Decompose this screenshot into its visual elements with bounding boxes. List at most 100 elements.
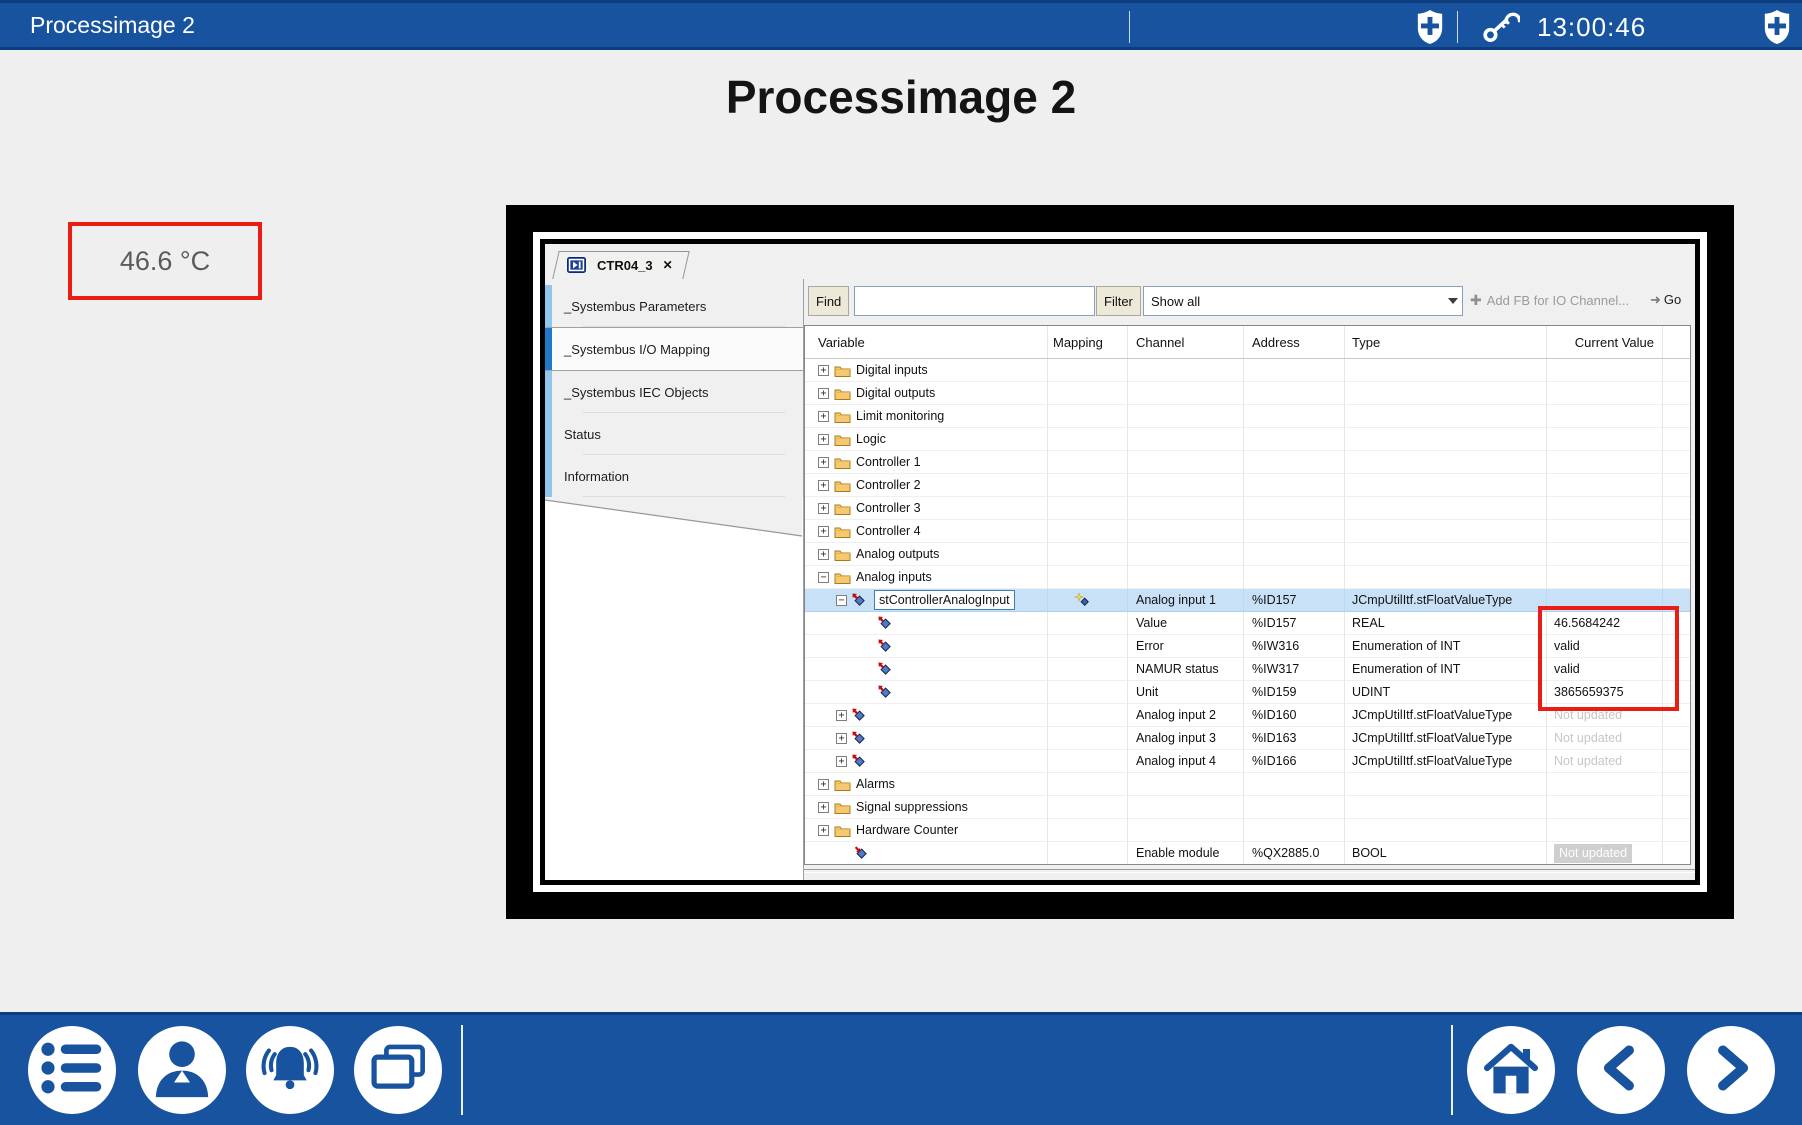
expander-icon[interactable]: + bbox=[818, 825, 829, 836]
go-to-instance-button[interactable]: ➜Go bbox=[1650, 292, 1681, 308]
column-header-mapping[interactable]: Mapping bbox=[1048, 326, 1128, 358]
table-row-analog-input-3[interactable]: + Analog input 3 %ID163 JCmpUtilItf.stFl… bbox=[805, 727, 1690, 750]
cell-type bbox=[1345, 382, 1547, 405]
expander-icon[interactable]: + bbox=[836, 756, 847, 767]
side-tab-status[interactable]: Status bbox=[545, 413, 803, 455]
cell-filler bbox=[1663, 520, 1690, 543]
expander-icon[interactable]: + bbox=[818, 802, 829, 813]
table-row-unit[interactable]: Unit %ID159 UDINT 3865659375 bbox=[805, 681, 1690, 704]
expander-icon[interactable]: + bbox=[818, 434, 829, 445]
table-row-analog-inputs[interactable]: − Analog inputs bbox=[805, 566, 1690, 589]
cell-address bbox=[1244, 428, 1345, 451]
side-tab-accent-strip bbox=[545, 413, 552, 455]
cell-channel: Value bbox=[1128, 612, 1244, 635]
table-row-analog-outputs[interactable]: + Analog outputs bbox=[805, 543, 1690, 566]
table-row-analog-input-2[interactable]: + Analog input 2 %ID160 JCmpUtilItf.stFl… bbox=[805, 704, 1690, 727]
cell-mapping bbox=[1048, 474, 1128, 497]
add-fb-button[interactable]: ✚Add FB for IO Channel... bbox=[1470, 292, 1629, 309]
cell-channel bbox=[1128, 543, 1244, 566]
table-row-stcontrolleranaloginput[interactable]: − stControllerAnalogInput Analog input 1… bbox=[805, 589, 1690, 612]
user-button[interactable] bbox=[138, 1026, 226, 1114]
alarm-button[interactable] bbox=[246, 1026, 334, 1114]
table-row-limit-monitoring[interactable]: + Limit monitoring bbox=[805, 405, 1690, 428]
chevron-down-icon[interactable] bbox=[1444, 287, 1462, 315]
cell-address bbox=[1244, 796, 1345, 819]
var-input-icon bbox=[852, 754, 869, 768]
side-tab--systembus-parameters[interactable]: _Systembus Parameters bbox=[545, 285, 803, 327]
folder-icon bbox=[834, 547, 851, 561]
expander-icon[interactable]: + bbox=[818, 779, 829, 790]
expander-icon[interactable]: − bbox=[818, 572, 829, 583]
table-row-namur-status[interactable]: NAMUR status %IW317 Enumeration of INT v… bbox=[805, 658, 1690, 681]
forward-button[interactable] bbox=[1687, 1026, 1775, 1114]
back-button[interactable] bbox=[1577, 1026, 1665, 1114]
expander-icon[interactable]: + bbox=[818, 457, 829, 468]
side-tab--systembus-i-o-mapping[interactable]: _Systembus I/O Mapping bbox=[545, 327, 803, 371]
column-header-variable[interactable]: Variable bbox=[805, 326, 1048, 358]
expander-icon[interactable]: + bbox=[818, 411, 829, 422]
expander-icon[interactable]: − bbox=[836, 595, 847, 606]
expander-icon[interactable]: + bbox=[818, 549, 829, 560]
expander-icon[interactable]: + bbox=[818, 503, 829, 514]
table-row-controller-4[interactable]: + Controller 4 bbox=[805, 520, 1690, 543]
side-tab-label: _Systembus I/O Mapping bbox=[564, 342, 710, 357]
table-row-value[interactable]: Value %ID157 REAL 46.5684242 bbox=[805, 612, 1690, 635]
expander-icon[interactable]: + bbox=[818, 388, 829, 399]
cell-current-value bbox=[1547, 589, 1663, 612]
table-row-digital-outputs[interactable]: + Digital outputs bbox=[805, 382, 1690, 405]
expander-icon[interactable]: + bbox=[818, 480, 829, 491]
side-tab--systembus-iec-objects[interactable]: _Systembus IEC Objects bbox=[545, 371, 803, 413]
column-header-type[interactable]: Type bbox=[1345, 326, 1547, 358]
io-mapping-pane: Find Filter Show all ✚Add FB for IO Chan… bbox=[804, 279, 1695, 880]
screenshot-frame: CTR04_3 ✕ _Systembus Parameters _Systemb… bbox=[506, 205, 1734, 919]
cell-type bbox=[1345, 819, 1547, 842]
cell-filler bbox=[1663, 451, 1690, 474]
cell-variable: + Digital outputs bbox=[805, 382, 1048, 405]
cell-variable: + bbox=[805, 704, 1048, 727]
table-row-signal-suppressions[interactable]: + Signal suppressions bbox=[805, 796, 1690, 819]
folder-icon bbox=[834, 570, 851, 584]
table-row-logic[interactable]: + Logic bbox=[805, 428, 1690, 451]
expander-icon[interactable]: + bbox=[836, 733, 847, 744]
cell-address: %ID159 bbox=[1244, 681, 1345, 704]
table-row-controller-3[interactable]: + Controller 3 bbox=[805, 497, 1690, 520]
cell-variable bbox=[805, 635, 1048, 658]
find-input[interactable] bbox=[854, 286, 1095, 316]
table-row-analog-input-4[interactable]: + Analog input 4 %ID166 JCmpUtilItf.stFl… bbox=[805, 750, 1690, 773]
close-icon[interactable]: ✕ bbox=[663, 258, 673, 272]
cell-type bbox=[1345, 796, 1547, 819]
cell-address bbox=[1244, 819, 1345, 842]
side-tab-information[interactable]: Information bbox=[545, 455, 803, 497]
expander-icon[interactable]: + bbox=[818, 526, 829, 537]
page-title: Processimage 2 bbox=[0, 70, 1802, 124]
cell-type bbox=[1345, 359, 1547, 382]
home-icon bbox=[1479, 1037, 1543, 1104]
expander-icon[interactable]: + bbox=[818, 365, 829, 376]
table-row-controller-2[interactable]: + Controller 2 bbox=[805, 474, 1690, 497]
table-row-digital-inputs[interactable]: + Digital inputs bbox=[805, 359, 1690, 382]
filter-dropdown[interactable]: Show all bbox=[1143, 286, 1463, 316]
cell-address: %QX2885.0 bbox=[1244, 842, 1345, 865]
menu-icon bbox=[39, 1038, 105, 1103]
cell-type bbox=[1345, 474, 1547, 497]
side-tab-label: Information bbox=[564, 469, 629, 484]
plus-icon: ✚ bbox=[1470, 292, 1482, 308]
column-header-current-value[interactable]: Current Value bbox=[1547, 326, 1663, 358]
table-row-alarms[interactable]: + Alarms bbox=[805, 773, 1690, 796]
cell-current-value: Not updated bbox=[1547, 727, 1663, 750]
column-header-address[interactable]: Address bbox=[1244, 326, 1345, 358]
cell-mapping bbox=[1048, 543, 1128, 566]
expander-icon[interactable]: + bbox=[836, 710, 847, 721]
table-row-error[interactable]: Error %IW316 Enumeration of INT valid bbox=[805, 635, 1690, 658]
menu-button[interactable] bbox=[28, 1026, 116, 1114]
tab-ctr04-3[interactable]: CTR04_3 ✕ bbox=[559, 251, 683, 279]
cell-mapping bbox=[1048, 382, 1128, 405]
folder-icon bbox=[834, 363, 851, 377]
home-button[interactable] bbox=[1467, 1026, 1555, 1114]
table-row-hardware-counter[interactable]: + Hardware Counter bbox=[805, 819, 1690, 842]
unlock-key-icon[interactable] bbox=[1482, 9, 1520, 45]
table-row-controller-1[interactable]: + Controller 1 bbox=[805, 451, 1690, 474]
pages-button[interactable] bbox=[354, 1026, 442, 1114]
column-header-channel[interactable]: Channel bbox=[1128, 326, 1244, 358]
table-row-enable-module[interactable]: Enable module %QX2885.0 BOOL Not updated bbox=[805, 842, 1690, 865]
